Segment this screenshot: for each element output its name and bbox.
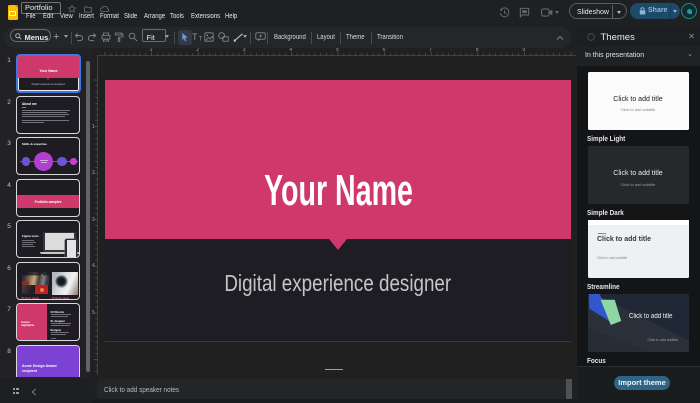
- svg-text:T: T: [199, 37, 203, 42]
- svg-text:T: T: [192, 32, 198, 41]
